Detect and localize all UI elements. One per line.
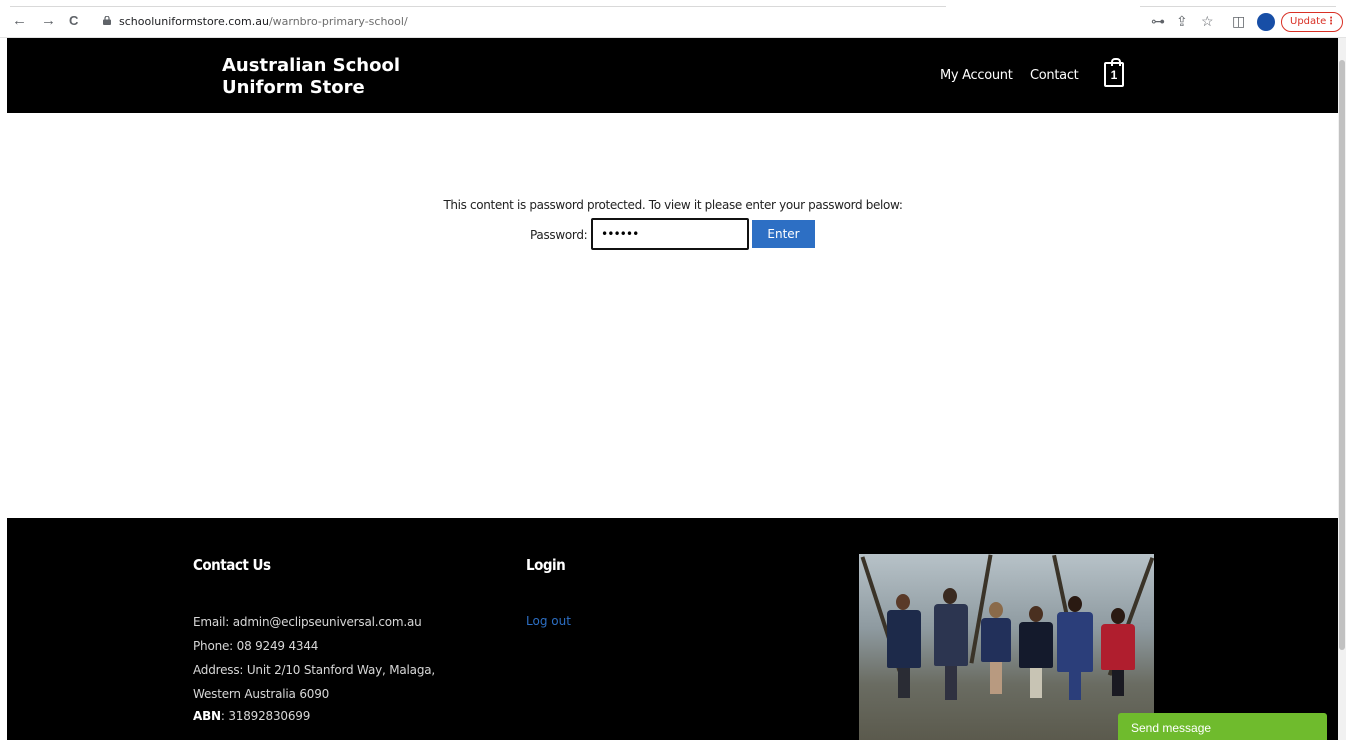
photo-person: [934, 604, 968, 666]
site-logo[interactable]: Australian School Uniform Store: [222, 55, 422, 99]
contact-address-line-2: Western Australia 6090: [193, 687, 330, 701]
contact-abn: ABN: 31892830699: [193, 709, 310, 723]
abn-label: ABN: [193, 709, 221, 723]
login-heading: Login: [526, 556, 566, 574]
students-uniform-photo: [859, 554, 1154, 740]
lock-icon[interactable]: [103, 16, 111, 25]
password-label: Password:: [530, 228, 588, 242]
profile-avatar[interactable]: [1257, 13, 1275, 31]
photo-person: [989, 602, 1003, 618]
site-footer: Contact Us Email: admin@eclipseuniversal…: [7, 518, 1338, 740]
photo-person: [1101, 624, 1135, 670]
photo-person: [945, 666, 957, 700]
photo-person: [1057, 612, 1093, 672]
brand-line-2: Uniform Store: [222, 77, 365, 98]
forward-icon[interactable]: →: [41, 13, 56, 29]
back-icon[interactable]: ←: [12, 13, 27, 29]
contact-phone: Phone: 08 9249 4344: [193, 639, 319, 653]
logout-link[interactable]: Log out: [526, 614, 571, 628]
tab-strip-divider: [1140, 6, 1336, 7]
contact-address-line-1: Address: Unit 2/10 Stanford Way, Malaga,: [193, 663, 436, 677]
photo-person: [1069, 672, 1081, 700]
reload-icon[interactable]: C: [69, 13, 78, 29]
page-scrollbar[interactable]: [1338, 38, 1346, 740]
site-header: Australian School Uniform Store My Accou…: [7, 38, 1338, 113]
nav-my-account[interactable]: My Account: [940, 68, 1013, 83]
cart-icon[interactable]: 1: [1104, 58, 1124, 87]
password-input[interactable]: [591, 218, 749, 250]
photo-person: [990, 662, 1002, 694]
tab-strip-divider: [10, 6, 946, 7]
contact-us-heading: Contact Us: [193, 556, 271, 574]
scrollbar-thumb[interactable]: [1339, 60, 1345, 650]
photo-person: [1029, 606, 1043, 622]
side-panel-icon[interactable]: ◫: [1232, 13, 1245, 29]
brand-line-1: Australian School: [222, 55, 401, 76]
update-label: Update: [1290, 16, 1327, 27]
photo-person: [896, 594, 910, 610]
enter-button[interactable]: Enter: [752, 220, 815, 248]
photo-person: [1111, 608, 1125, 624]
send-message-button[interactable]: Send message: [1118, 713, 1327, 740]
photo-person: [1019, 622, 1053, 668]
address-bar[interactable]: schooluniformstore.com.au/warnbro-primar…: [119, 15, 408, 28]
password-key-icon[interactable]: ⊶: [1151, 13, 1165, 29]
nav-contact[interactable]: Contact: [1030, 68, 1079, 83]
password-protected-message: This content is password protected. To v…: [443, 198, 903, 212]
contact-email: Email: admin@eclipseuniversal.com.au: [193, 615, 422, 629]
photo-person: [981, 618, 1011, 662]
bookmark-star-icon[interactable]: ☆: [1201, 13, 1214, 29]
share-icon[interactable]: ⇪: [1176, 13, 1188, 29]
photo-person: [898, 668, 910, 698]
update-button[interactable]: Update ⋮: [1281, 12, 1343, 32]
menu-icon: ⋮: [1326, 16, 1336, 27]
photo-person: [1112, 670, 1124, 696]
photo-person: [1068, 596, 1082, 612]
abn-value: : 31892830699: [220, 709, 311, 723]
url-domain: schooluniformstore.com.au: [119, 15, 269, 28]
browser-toolbar: ← → C schooluniformstore.com.au/warnbro-…: [0, 0, 1346, 38]
photo-person: [943, 588, 957, 604]
cart-count: 1: [1110, 68, 1118, 82]
url-path: /warnbro-primary-school/: [268, 15, 408, 28]
photo-person: [1030, 668, 1042, 698]
photo-person: [887, 610, 921, 668]
